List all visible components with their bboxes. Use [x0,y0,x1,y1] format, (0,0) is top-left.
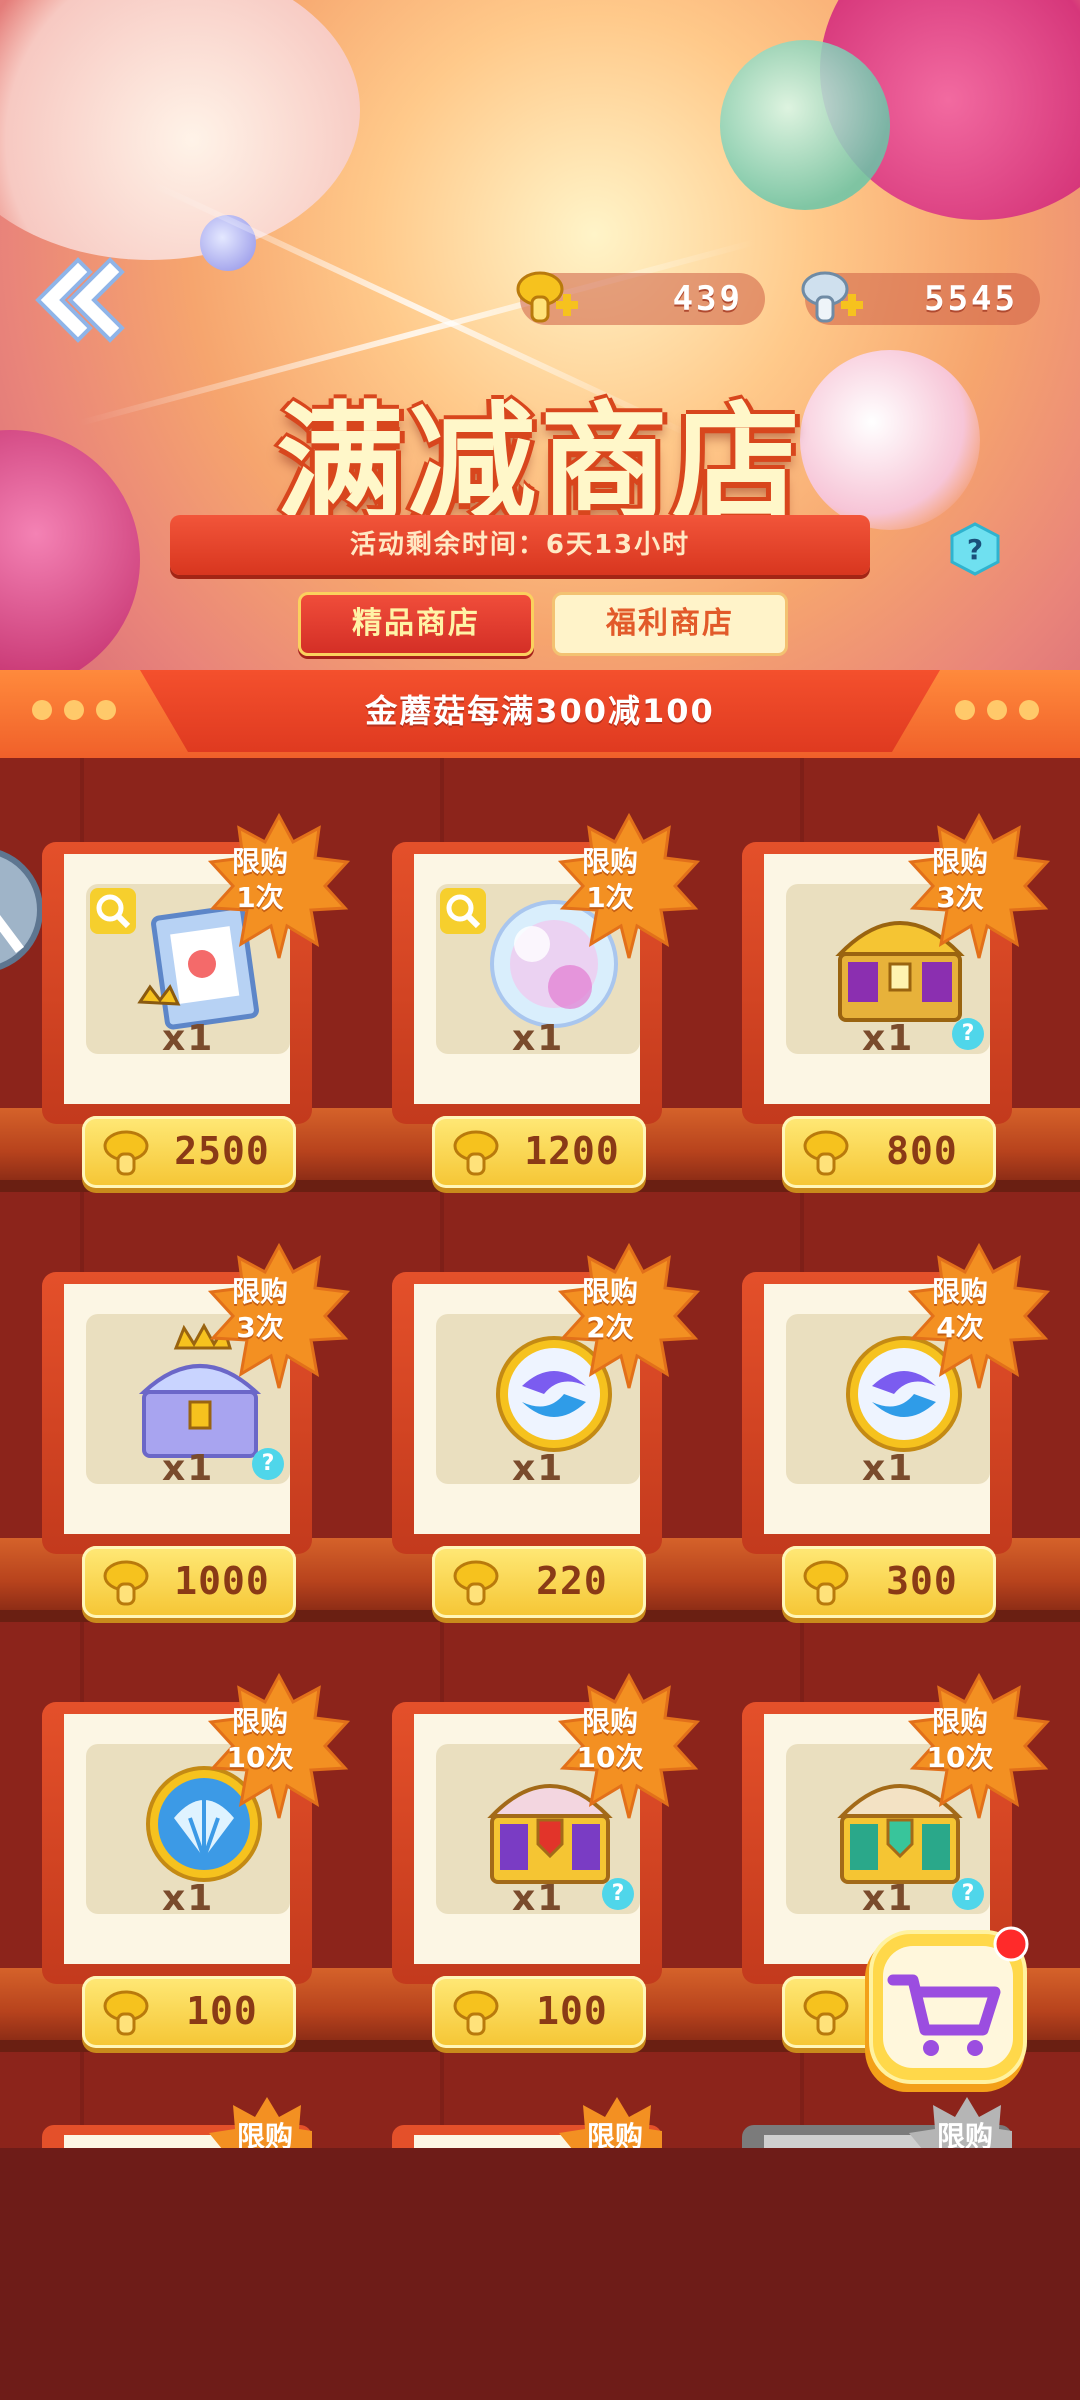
shop-title-area: 满减商店 [260,360,820,539]
purchase-limit-tag: 限购 [236,2120,293,2148]
item-info-icon[interactable]: ? [252,1448,284,1480]
item-quantity: x1 [862,1448,915,1489]
gold-mushroom-counter[interactable]: 439 [516,271,765,325]
price-button[interactable]: 100 [82,1976,296,2048]
gold-mushroom-icon [453,1990,499,2036]
shop-item-card[interactable]: x1? 限购 3次 [742,812,1051,1124]
item-quantity: x1 [862,1018,915,1059]
tab-premium-shop[interactable]: 精品商店 [298,592,534,656]
gold-mushroom-icon [103,1130,149,1176]
purchase-limit-tag: 限购 3次 [231,1275,288,1344]
item-quantity: x1 [162,1018,215,1059]
gold-mushroom-icon [803,1990,849,2036]
gold-mushroom-icon [103,1560,149,1606]
item-quantity: x1 [162,1448,215,1489]
price-button[interactable]: 2500 [82,1116,296,1188]
back-button[interactable] [30,255,125,345]
item-quantity: x1 [512,1448,565,1489]
purchase-limit-tag: 限购 1次 [581,845,638,914]
bubble-decoration [0,0,360,260]
item-info-icon[interactable]: ? [952,1018,984,1050]
price-value: 100 [186,1989,258,2033]
shop-item-card[interactable]: x1? 限购 3次 [42,1242,351,1554]
item-quantity: x1 [162,1878,215,1919]
bubble-decoration [720,40,890,210]
shop-item-card[interactable]: x1? 限购 10次 [392,1672,701,1984]
purchase-limit-tag: 限购 [936,2120,993,2148]
purchase-limit-tag: 限购 10次 [576,1705,644,1774]
banner-dots-right [955,700,1051,724]
purchase-limit-tag: 限购 3次 [931,845,988,914]
price-button[interactable]: 1200 [432,1116,646,1188]
zoom-icon[interactable] [440,888,486,934]
purchase-limit-tag: 限购 2次 [581,1275,638,1344]
purchase-limit-tag: 限购 1次 [231,845,288,914]
tab-welfare-shop[interactable]: 福利商店 [552,592,788,656]
price-value: 2500 [174,1129,270,1173]
help-button[interactable]: ? [948,522,1002,576]
bubble-decoration [0,430,140,670]
shop-item-card[interactable]: x1 限购 1次 [392,812,701,1124]
silver-mushroom-amount: 5545 [924,279,1018,319]
shopping-cart-button[interactable] [855,1922,1033,2100]
silver-mushroom-plus-icon [801,271,863,323]
purchase-limit-tag: 限购 10次 [926,1705,994,1774]
shop-item-card[interactable]: x1 限购 10次 [42,1672,351,1984]
bubble-decoration [800,350,980,530]
price-button[interactable]: 220 [432,1546,646,1618]
bubble-decoration [200,215,256,271]
price-button[interactable]: 800 [782,1116,996,1188]
promo-text: 金蘑菇每满300减100 [365,692,715,730]
partial-shop-item-card: 限购 [392,2095,662,2148]
gold-mushroom-plus-icon [516,271,578,323]
zoom-icon[interactable] [90,888,136,934]
price-value: 800 [886,1129,958,1173]
silver-mushroom-counter[interactable]: 5545 [801,271,1040,325]
price-value: 100 [536,1989,608,2033]
partial-shop-item-card: 限购 [742,2095,1012,2148]
shop-item-card[interactable]: x1 限购 1次 [42,812,351,1124]
gold-mushroom-amount: 439 [672,279,743,319]
gold-mushroom-icon [103,1990,149,2036]
price-button[interactable]: 100 [432,1976,646,2048]
item-quantity: x1 [862,1878,915,1919]
gold-mushroom-icon [453,1130,499,1176]
purchase-limit-tag: 限购 4次 [931,1275,988,1344]
item-quantity: x1 [512,1018,565,1059]
cart-notification-dot [993,1926,1029,1962]
banner-dots-left [32,700,128,724]
price-value: 300 [886,1559,958,1603]
purchase-limit-tag: 限购 10次 [226,1705,294,1774]
price-value: 1000 [174,1559,270,1603]
item-quantity: x1 [512,1878,565,1919]
gold-mushroom-icon [803,1560,849,1606]
price-value: 220 [536,1559,608,1603]
price-button[interactable]: 300 [782,1546,996,1618]
price-button[interactable]: 1000 [82,1546,296,1618]
partial-shop-item-card: 限购 [42,2095,312,2148]
bottom-area [0,2148,1080,2400]
gold-mushroom-icon [803,1130,849,1176]
svg-text:?: ? [967,533,983,566]
item-info-icon[interactable]: ? [602,1878,634,1910]
shop-item-card[interactable]: x1 限购 4次 [742,1242,1051,1554]
event-timer: 活动剩余时间：6天13小时 [349,530,691,560]
purchase-limit-tag: 限购 [586,2120,643,2148]
shop-item-card[interactable]: x1 限购 2次 [392,1242,701,1554]
price-value: 1200 [524,1129,620,1173]
promo-banner: 金蘑菇每满300减100 [0,670,1080,758]
event-timer-ribbon: 活动剩余时间：6天13小时 [170,515,870,575]
gold-mushroom-icon [453,1560,499,1606]
item-info-icon[interactable]: ? [952,1878,984,1910]
